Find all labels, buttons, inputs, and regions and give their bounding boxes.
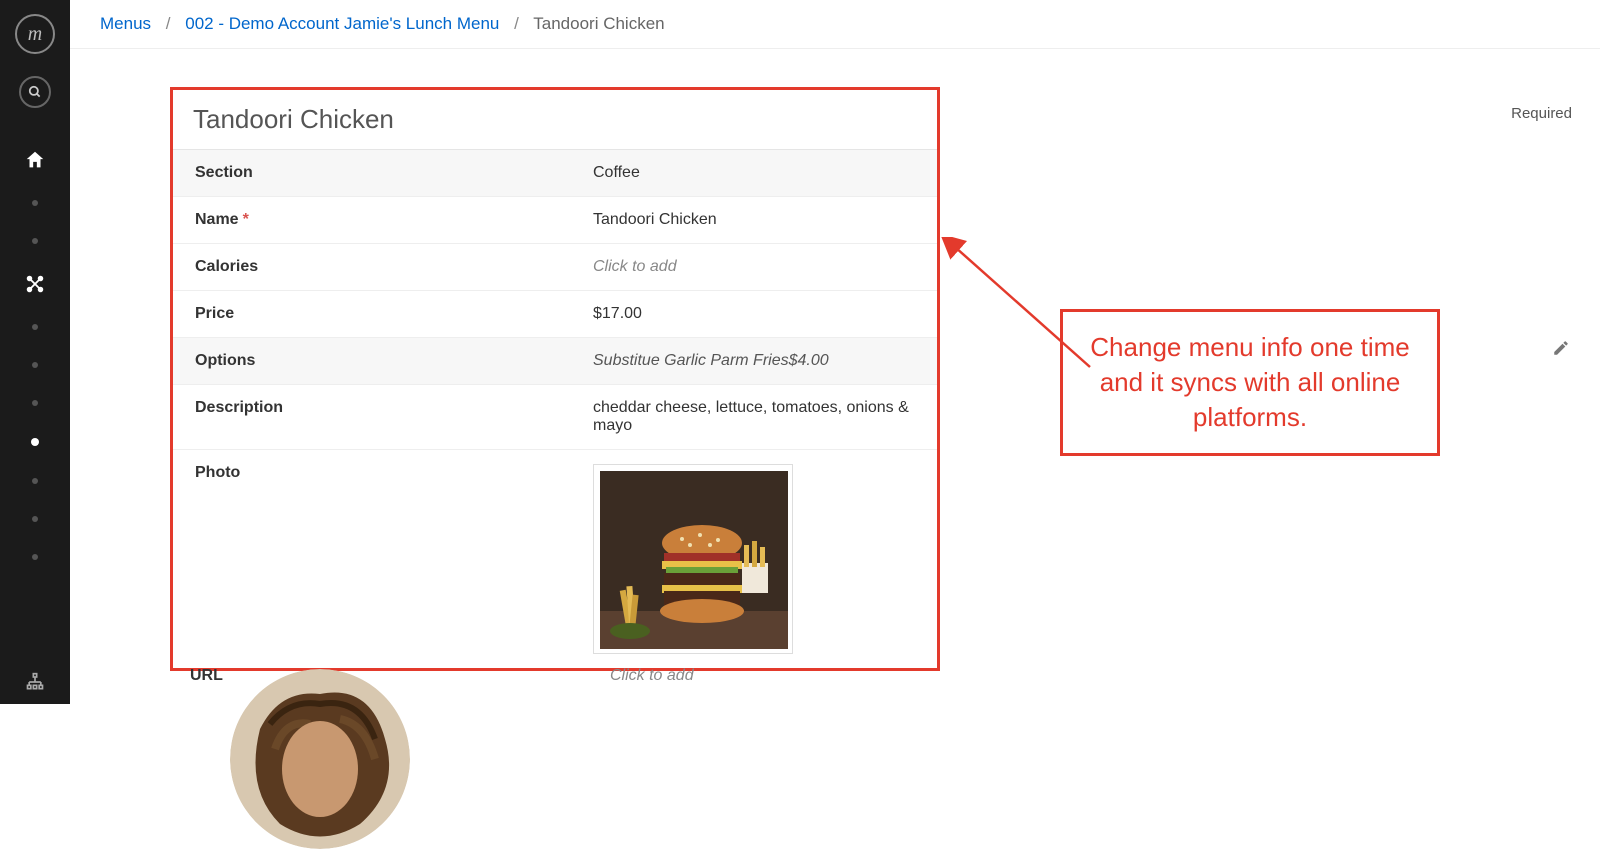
- field-placeholder-calories: Click to add: [593, 244, 937, 290]
- field-value-description: cheddar cheese, lettuce, tomatoes, onion…: [593, 385, 937, 449]
- photo-thumbnail: [600, 471, 788, 649]
- breadcrumb-middle[interactable]: 002 - Demo Account Jamie's Lunch Menu: [185, 14, 499, 33]
- field-label-description: Description: [173, 385, 593, 449]
- row-photo[interactable]: Photo: [173, 450, 937, 668]
- field-label-calories: Calories: [173, 244, 593, 290]
- sidebar-item-org[interactable]: [0, 672, 70, 692]
- field-value-name: Tandoori Chicken: [593, 197, 937, 243]
- search-icon: [28, 85, 42, 99]
- sidebar-item-home[interactable]: [0, 136, 70, 184]
- breadcrumb-sep: /: [514, 14, 519, 33]
- sidebar-dot-active[interactable]: [31, 438, 39, 446]
- photo-thumbnail-frame[interactable]: [593, 464, 793, 654]
- home-icon: [24, 149, 46, 171]
- required-label: Required: [1511, 105, 1572, 122]
- org-icon: [25, 672, 45, 692]
- sidebar-search-button[interactable]: [19, 76, 51, 108]
- edit-options-button[interactable]: [1552, 339, 1570, 362]
- breadcrumb-sep: /: [166, 14, 171, 33]
- field-value-photo: [593, 450, 937, 668]
- app-logo[interactable]: m: [15, 14, 55, 54]
- field-value-price: $17.00: [593, 291, 937, 337]
- sidebar-item-network[interactable]: [0, 260, 70, 308]
- sidebar-dot[interactable]: [32, 400, 38, 406]
- field-value-options: Substitue Garlic Parm Fries$4.00: [593, 338, 937, 384]
- row-description[interactable]: Description cheddar cheese, lettuce, tom…: [173, 385, 937, 450]
- field-placeholder-url: Click to add: [610, 667, 694, 685]
- item-title: Tandoori Chicken: [173, 90, 937, 150]
- main-area: Menus / 002 - Demo Account Jamie's Lunch…: [70, 0, 1600, 704]
- field-label-options: Options: [173, 338, 593, 384]
- sidebar-dot[interactable]: [32, 478, 38, 484]
- annotation-callout: Change menu info one time and it syncs w…: [1060, 309, 1440, 456]
- sidebar-dot[interactable]: [32, 200, 38, 206]
- network-icon: [24, 273, 46, 295]
- sidebar-dot[interactable]: [32, 516, 38, 522]
- field-value-section: Coffee: [593, 150, 937, 196]
- row-calories[interactable]: Calories Click to add: [173, 244, 937, 291]
- sidebar-dot[interactable]: [32, 362, 38, 368]
- field-label-section: Section: [173, 150, 593, 196]
- field-label-url: URL: [190, 667, 610, 685]
- avatar-image: [230, 669, 410, 849]
- item-detail-panel: Tandoori Chicken Section Coffee Name* Ta…: [170, 87, 940, 671]
- sidebar-dot[interactable]: [32, 324, 38, 330]
- sidebar-dot[interactable]: [32, 238, 38, 244]
- breadcrumb: Menus / 002 - Demo Account Jamie's Lunch…: [70, 0, 1600, 49]
- avatar[interactable]: [230, 669, 410, 849]
- sidebar: m: [0, 0, 70, 704]
- row-section[interactable]: Section Coffee: [173, 150, 937, 197]
- field-label-name: Name*: [173, 197, 593, 243]
- breadcrumb-root[interactable]: Menus: [100, 14, 151, 33]
- row-name[interactable]: Name* Tandoori Chicken: [173, 197, 937, 244]
- sidebar-dot[interactable]: [32, 554, 38, 560]
- required-asterisk-icon: *: [243, 211, 249, 228]
- field-label-price: Price: [173, 291, 593, 337]
- field-label-photo: Photo: [173, 450, 593, 668]
- pencil-icon: [1552, 339, 1570, 357]
- row-price[interactable]: Price $17.00: [173, 291, 937, 338]
- breadcrumb-current: Tandoori Chicken: [533, 14, 664, 33]
- row-options[interactable]: Options Substitue Garlic Parm Fries$4.00: [173, 338, 937, 385]
